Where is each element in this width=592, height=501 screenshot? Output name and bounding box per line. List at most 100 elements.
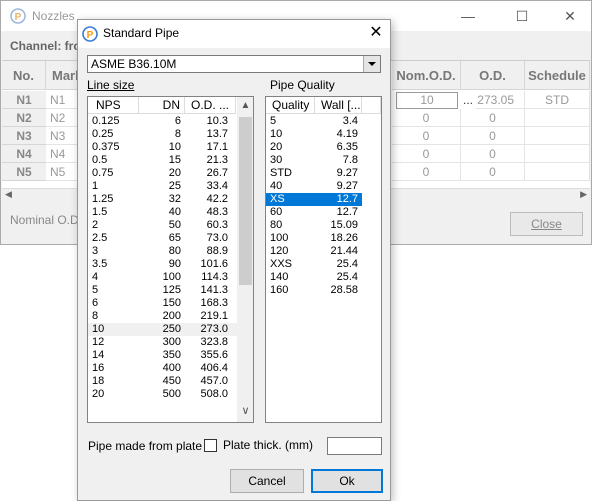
- schedule-cell[interactable]: [525, 127, 590, 145]
- col-header-no[interactable]: No.: [2, 61, 46, 90]
- schedule-cell[interactable]: [525, 109, 590, 127]
- list-item[interactable]: 18 450 457.0: [88, 375, 237, 388]
- list-item[interactable]: 4 100 114.3: [88, 271, 237, 284]
- cell-od: 26.7: [206, 167, 228, 179]
- scroll-thumb[interactable]: [239, 117, 252, 285]
- cancel-button[interactable]: Cancel: [230, 469, 304, 493]
- list-item[interactable]: 30 7.8: [266, 154, 362, 167]
- schedule-cell[interactable]: [525, 163, 590, 181]
- list-item[interactable]: 40 9.27: [266, 180, 362, 193]
- svg-text:P: P: [87, 30, 94, 41]
- plate-label: Pipe made from plate: [88, 439, 203, 453]
- cell-nps: 2.5: [92, 232, 108, 244]
- od-cell[interactable]: 0: [461, 127, 525, 145]
- plate-checkbox[interactable]: [204, 439, 217, 452]
- pipe-quality-list[interactable]: Quality Wall [... 5 3.4 10 4.19 20 6.35 30 7.8 S…: [265, 96, 382, 423]
- list-item[interactable]: 8 200 219.1: [88, 310, 237, 323]
- maximize-icon[interactable]: ☐: [511, 5, 533, 27]
- list-item[interactable]: 5 3.4: [266, 115, 362, 128]
- nom-od-cell[interactable]: 10: [396, 92, 458, 109]
- col-header-nom-od[interactable]: Nom.O.D.: [392, 61, 461, 90]
- od-cell[interactable]: 0: [461, 109, 525, 127]
- list-item[interactable]: 20 6.35: [266, 141, 362, 154]
- scroll-down-icon[interactable]: ∨: [237, 403, 253, 420]
- ellipsis-button[interactable]: ...: [460, 91, 476, 109]
- list-item[interactable]: XXS 25.4: [266, 258, 362, 271]
- cell-od: 88.9: [206, 245, 228, 257]
- cell-od: 10.3: [206, 115, 228, 127]
- col-header-wall[interactable]: Wall [...: [315, 97, 362, 114]
- nom-od-cell[interactable]: 0: [392, 145, 461, 163]
- line-size-list[interactable]: NPS DN O.D. ... 0.125 6 10.3 0.25 8 13.7 0.375…: [87, 96, 254, 423]
- list-item[interactable]: 3.5 90 101.6: [88, 258, 237, 271]
- list-item[interactable]: 6 150 168.3: [88, 297, 237, 310]
- line-size-label-text: Line size: [87, 78, 135, 92]
- od-cell[interactable]: 273.05: [476, 91, 525, 109]
- plate-thickness-input[interactable]: [327, 437, 382, 455]
- cell-od: 219.1: [200, 310, 228, 322]
- col-header-dn[interactable]: DN: [139, 97, 185, 114]
- list-item[interactable]: 10 250 273.0: [88, 323, 237, 336]
- list-item[interactable]: 160 28.58: [266, 284, 362, 297]
- list-item[interactable]: 10 4.19: [266, 128, 362, 141]
- list-item[interactable]: 0.5 15 21.3: [88, 154, 237, 167]
- list-item[interactable]: 2.5 65 73.0: [88, 232, 237, 245]
- list-item[interactable]: 140 25.4: [266, 271, 362, 284]
- list-item[interactable]: XS 12.7: [266, 193, 362, 206]
- list-item[interactable]: STD 9.27: [266, 167, 362, 180]
- standard-pipe-dialog: P Standard Pipe ✕ ASME B36.10M Line size…: [77, 19, 391, 501]
- list-item[interactable]: 5 125 141.3: [88, 284, 237, 297]
- list-item[interactable]: 0.375 10 17.1: [88, 141, 237, 154]
- scroll-right-icon[interactable]: ▶: [580, 189, 587, 200]
- list-item[interactable]: 20 500 508.0: [88, 388, 237, 401]
- list-item[interactable]: 0.25 8 13.7: [88, 128, 237, 141]
- cell-quality: 60: [270, 206, 283, 218]
- col-header-od[interactable]: O.D. ...: [185, 97, 236, 114]
- ok-button[interactable]: Ok: [311, 469, 383, 493]
- cell-dn: 50: [168, 219, 181, 231]
- close-icon[interactable]: ✕: [559, 5, 581, 27]
- vertical-scrollbar[interactable]: ▲ ∨: [237, 97, 253, 422]
- list-item[interactable]: 16 400 406.4: [88, 362, 237, 375]
- list-item[interactable]: 1.5 40 48.3: [88, 206, 237, 219]
- list-item[interactable]: 100 18.26: [266, 232, 362, 245]
- scroll-up-icon[interactable]: ▲: [237, 97, 253, 114]
- list-item[interactable]: 60 12.7: [266, 206, 362, 219]
- close-icon[interactable]: ✕: [366, 22, 386, 44]
- nom-od-cell[interactable]: 0: [392, 163, 461, 181]
- schedule-cell[interactable]: STD: [525, 91, 590, 109]
- col-header-quality[interactable]: Quality: [266, 97, 315, 114]
- list-item[interactable]: 3 80 88.9: [88, 245, 237, 258]
- scroll-left-icon[interactable]: ◀: [5, 189, 12, 200]
- list-item[interactable]: 14 350 355.6: [88, 349, 237, 362]
- list-item[interactable]: 120 21.44: [266, 245, 362, 258]
- cell-nps: 3.5: [92, 258, 108, 270]
- list-item[interactable]: 2 50 60.3: [88, 219, 237, 232]
- pipe-quality-label: Pipe Quality: [270, 78, 335, 92]
- list-item[interactable]: 1 25 33.4: [88, 180, 237, 193]
- col-header-od[interactable]: O.D.: [461, 61, 525, 90]
- close-button[interactable]: Close: [510, 212, 583, 236]
- chevron-down-icon[interactable]: [363, 56, 380, 72]
- col-header-nps[interactable]: NPS: [88, 97, 139, 114]
- cell-dn: 350: [162, 349, 181, 361]
- schedule-cell[interactable]: [525, 145, 590, 163]
- cell-wall: 4.19: [336, 128, 358, 140]
- minimize-icon[interactable]: —: [457, 5, 479, 27]
- list-item[interactable]: 80 15.09: [266, 219, 362, 232]
- list-item[interactable]: 0.75 20 26.7: [88, 167, 237, 180]
- list-item[interactable]: 0.125 6 10.3: [88, 115, 237, 128]
- cell-od: 273.0: [200, 323, 228, 335]
- standard-select[interactable]: ASME B36.10M: [87, 55, 381, 73]
- cell-nps: 8: [92, 310, 99, 322]
- list-item[interactable]: 1.25 32 42.2: [88, 193, 237, 206]
- nom-od-cell[interactable]: 0: [392, 127, 461, 145]
- od-cell[interactable]: 0: [461, 145, 525, 163]
- list-item[interactable]: 12 300 323.8: [88, 336, 237, 349]
- cell-nps: 6: [92, 297, 99, 309]
- cell-wall: 28.58: [330, 284, 358, 296]
- od-cell[interactable]: 0: [461, 163, 525, 181]
- col-header-schedule[interactable]: Schedule: [525, 61, 590, 90]
- cell-nps: 0.75: [92, 167, 114, 179]
- nom-od-cell[interactable]: 0: [392, 109, 461, 127]
